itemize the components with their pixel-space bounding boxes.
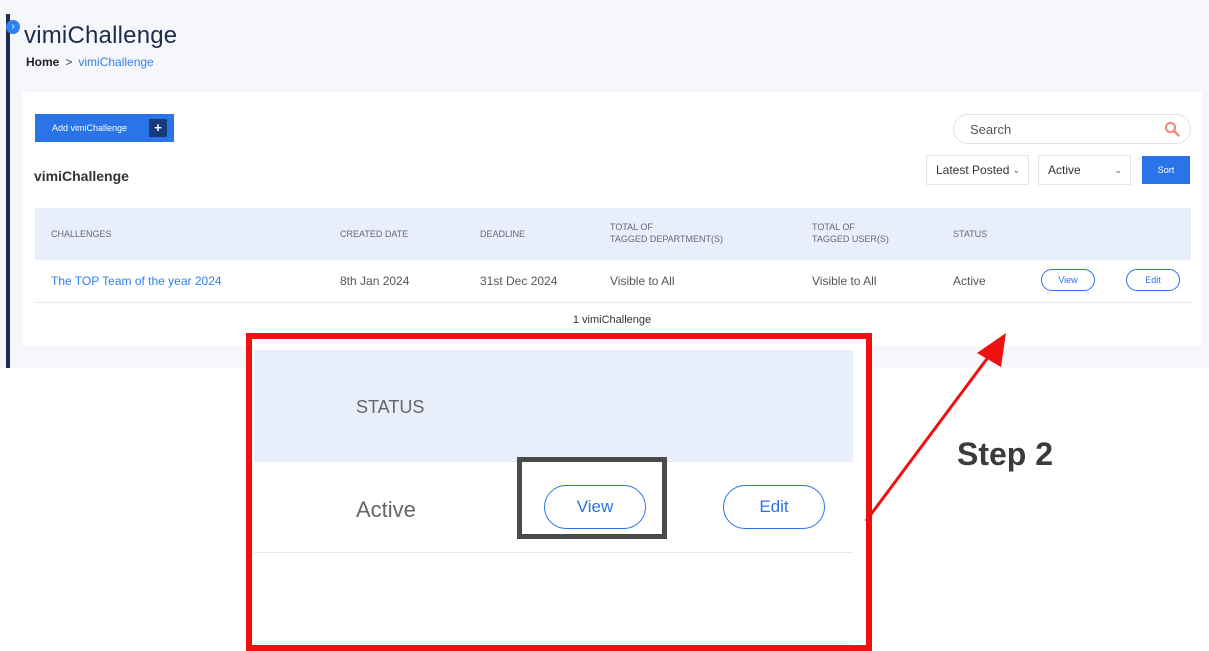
zoom-header-band bbox=[254, 350, 853, 462]
zoom-status-header: STATUS bbox=[356, 397, 425, 417]
zoom-edit-button[interactable]: Edit bbox=[723, 485, 825, 529]
sidebar-toggle-icon[interactable]: › bbox=[6, 20, 20, 34]
created-date: 8th Jan 2024 bbox=[340, 274, 410, 288]
result-count: 1 vimiChallenge bbox=[572, 314, 652, 326]
deadline-date: 31st Dec 2024 bbox=[480, 274, 558, 288]
tagged-departments: Visible to All bbox=[610, 274, 675, 288]
status-filter-select[interactable]: Active ⌄ bbox=[1038, 155, 1131, 185]
chevron-down-icon: ⌄ bbox=[1012, 165, 1020, 175]
col-challenges: CHALLENGES bbox=[51, 229, 112, 239]
view-button[interactable]: View bbox=[1041, 269, 1095, 291]
col-created-date: CREATED DATE bbox=[340, 229, 409, 239]
breadcrumb-separator-icon: > bbox=[65, 55, 73, 69]
col-tagged-departments-line2: TAGGED DEPARTMENT(S) bbox=[610, 234, 724, 244]
tagged-users: Visible to All bbox=[812, 274, 877, 288]
table-header: CHALLENGES CREATED DATE DEADLINE TOTAL O… bbox=[35, 208, 1191, 260]
breadcrumb-home[interactable]: Home bbox=[26, 55, 59, 69]
zoom-row-divider bbox=[254, 552, 853, 553]
plus-icon: + bbox=[149, 119, 167, 137]
challenge-list-card: Add vimiChallenge + vimiChallenge Search… bbox=[22, 92, 1202, 346]
tutorial-screenshot: › vimiChallenge Home > vimiChallenge Add… bbox=[0, 0, 1209, 651]
page-title: vimiChallenge bbox=[24, 22, 178, 49]
step-label: Step 2 bbox=[957, 436, 1054, 472]
col-tagged-users-line2: TAGGED USER(S) bbox=[812, 234, 889, 244]
col-tagged-departments-line1: TOTAL OF bbox=[610, 222, 653, 232]
chevron-down-icon: ⌄ bbox=[1114, 165, 1122, 175]
status-value: Active bbox=[953, 274, 986, 288]
section-title: vimiChallenge bbox=[34, 168, 129, 184]
breadcrumb-current: vimiChallenge bbox=[78, 55, 154, 69]
app-screen: › vimiChallenge Home > vimiChallenge Add… bbox=[0, 0, 1209, 368]
sort-order-select[interactable]: Latest Posted ⌄ bbox=[926, 155, 1029, 185]
status-filter-value: Active bbox=[1048, 163, 1081, 177]
breadcrumb: Home > vimiChallenge bbox=[26, 55, 154, 69]
col-tagged-users: TOTAL OF TAGGED USER(S) bbox=[812, 221, 889, 245]
add-challenge-button[interactable]: Add vimiChallenge + bbox=[35, 114, 174, 142]
col-deadline: DEADLINE bbox=[480, 229, 526, 239]
col-status: STATUS bbox=[953, 229, 988, 239]
sidebar-rail bbox=[6, 14, 10, 368]
search-icon[interactable] bbox=[1164, 121, 1180, 137]
zoom-callout: STATUS Active View Edit bbox=[246, 333, 872, 651]
challenge-name-link[interactable]: The TOP Team of the year 2024 bbox=[51, 274, 222, 288]
zoom-status-value: Active bbox=[356, 497, 416, 522]
table-row: The TOP Team of the year 2024 8th Jan 20… bbox=[35, 260, 1191, 303]
search-placeholder: Search bbox=[970, 121, 1012, 137]
col-tagged-users-line1: TOTAL OF bbox=[812, 222, 855, 232]
search-input[interactable]: Search bbox=[953, 114, 1191, 144]
col-tagged-departments: TOTAL OF TAGGED DEPARTMENT(S) bbox=[610, 221, 723, 245]
highlight-box bbox=[517, 457, 667, 539]
add-challenge-label: Add vimiChallenge bbox=[52, 123, 128, 133]
sort-order-value: Latest Posted bbox=[936, 163, 1010, 177]
sort-button[interactable]: Sort bbox=[1142, 156, 1190, 184]
edit-button[interactable]: Edit bbox=[1126, 269, 1180, 291]
zoom-bottom-divider bbox=[254, 643, 853, 644]
